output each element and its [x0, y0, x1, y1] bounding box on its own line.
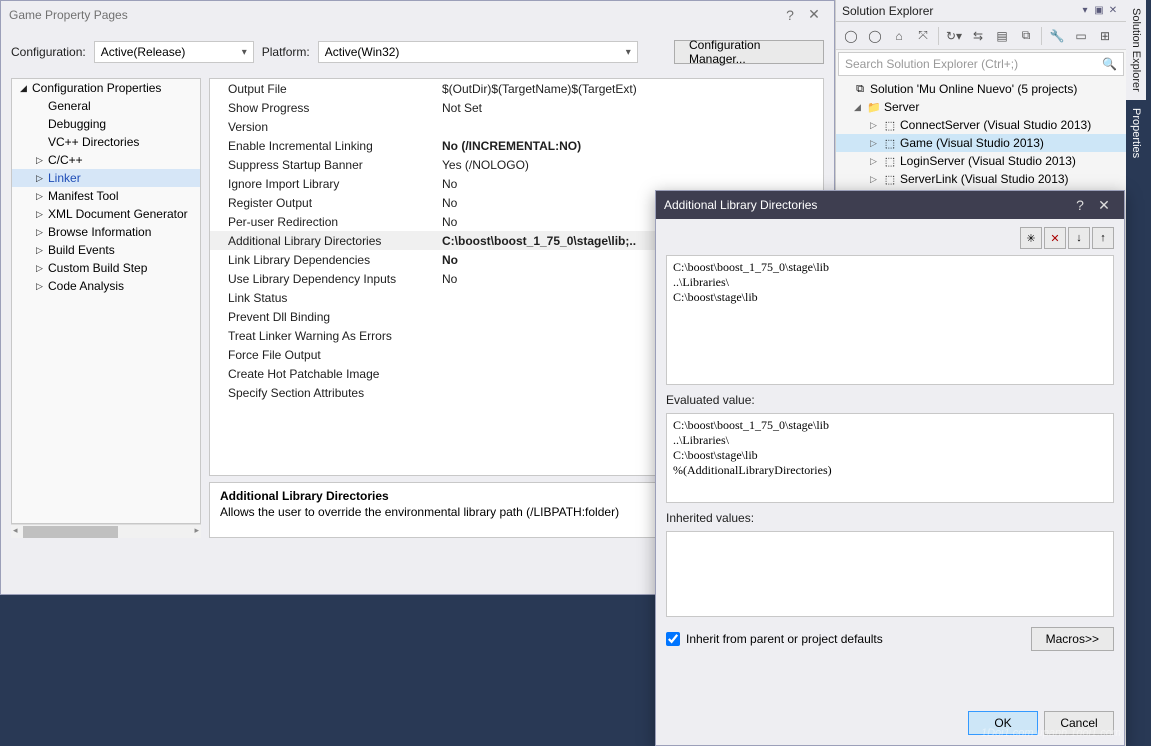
home-icon[interactable]: ⌂: [888, 25, 910, 47]
back-icon[interactable]: ◯: [840, 25, 862, 47]
inherit-label: Inherit from parent or project defaults: [686, 632, 883, 646]
inherited-label: Inherited values:: [666, 511, 1114, 525]
properties-icon[interactable]: 🔧: [1046, 25, 1068, 47]
search-icon: 🔍: [1102, 57, 1117, 71]
copy-icon[interactable]: ⧉: [1015, 25, 1037, 47]
inherited-textarea: [666, 531, 1114, 617]
platform-dropdown[interactable]: Active(Win32): [318, 41, 638, 63]
tab-solution-explorer[interactable]: Solution Explorer: [1126, 0, 1146, 100]
close-icon[interactable]: ✕: [1106, 5, 1120, 16]
forward-icon[interactable]: ◯: [864, 25, 886, 47]
config-row: Configuration: Active(Release) Platform:…: [1, 28, 834, 78]
refresh-icon[interactable]: ↻▾: [943, 25, 965, 47]
titlebar: Game Property Pages ? ✕: [1, 1, 834, 28]
se-title: Solution Explorer: [842, 4, 1078, 18]
close-button[interactable]: ✕: [1092, 197, 1116, 214]
property-row[interactable]: Version: [210, 117, 823, 136]
close-button[interactable]: ✕: [802, 6, 826, 23]
project-game: ▷⬚Game (Visual Studio 2013): [836, 134, 1126, 152]
help-button[interactable]: ?: [1068, 197, 1092, 213]
tree-root: Configuration Properties: [32, 81, 161, 95]
tree-hscroll[interactable]: [11, 524, 201, 538]
additional-lib-dir-dialog: Additional Library Directories ? ✕ ✳ ✕ ↓…: [655, 190, 1125, 746]
se-tree[interactable]: ⧉Solution 'Mu Online Nuevo' (5 projects)…: [836, 78, 1126, 208]
view-icon[interactable]: ⊞: [1094, 25, 1116, 47]
ok-button[interactable]: OK: [968, 711, 1038, 735]
edit-textarea[interactable]: C:\boost\boost_1_75_0\stage\lib ..\Libra…: [666, 255, 1114, 385]
project-icon: ⬚: [882, 155, 898, 168]
se-search[interactable]: Search Solution Explorer (Ctrl+;) 🔍: [838, 52, 1124, 76]
move-up-icon[interactable]: ↑: [1092, 227, 1114, 249]
property-row[interactable]: Show ProgressNot Set: [210, 98, 823, 117]
window-title: Game Property Pages: [9, 8, 778, 22]
new-line-icon[interactable]: ✳: [1020, 227, 1042, 249]
sync-icon[interactable]: ⤧: [912, 25, 934, 47]
pin-icon[interactable]: ▣: [1092, 5, 1106, 16]
cancel-button[interactable]: Cancel: [1044, 711, 1114, 735]
show-all-icon[interactable]: ▤: [991, 25, 1013, 47]
popup-title: Additional Library Directories: [664, 198, 1068, 212]
property-row[interactable]: Suppress Startup BannerYes (/NOLOGO): [210, 155, 823, 174]
inherit-checkbox[interactable]: [666, 632, 680, 646]
folder-icon: 📁: [866, 101, 882, 114]
config-tree[interactable]: ◢Configuration Properties General Debugg…: [11, 78, 201, 524]
preview-icon[interactable]: ▭: [1070, 25, 1092, 47]
tab-properties[interactable]: Properties: [1126, 100, 1146, 166]
platform-label: Platform:: [262, 45, 310, 59]
macros-button[interactable]: Macros>>: [1031, 627, 1114, 651]
delete-icon[interactable]: ✕: [1044, 227, 1066, 249]
solution-icon: ⧉: [852, 83, 868, 96]
property-row[interactable]: Enable Incremental LinkingNo (/INCREMENT…: [210, 136, 823, 155]
configuration-dropdown[interactable]: Active(Release): [94, 41, 254, 63]
tree-linker: ▷Linker: [12, 169, 200, 187]
evaluated-label: Evaluated value:: [666, 393, 1114, 407]
evaluated-textarea: C:\boost\boost_1_75_0\stage\lib ..\Libra…: [666, 413, 1114, 503]
configuration-label: Configuration:: [11, 45, 86, 59]
window-pos-icon[interactable]: ▾: [1078, 5, 1092, 16]
help-button[interactable]: ?: [778, 7, 802, 23]
project-icon: ⬚: [882, 137, 898, 150]
property-row[interactable]: Output File$(OutDir)$(TargetName)$(Targe…: [210, 79, 823, 98]
collapse-icon[interactable]: ⇆: [967, 25, 989, 47]
side-tabs: Solution Explorer Properties: [1126, 0, 1151, 746]
configuration-manager-button[interactable]: Configuration Manager...: [674, 40, 824, 64]
se-toolbar: ◯ ◯ ⌂ ⤧ ↻▾ ⇆ ▤ ⧉ 🔧 ▭ ⊞: [836, 22, 1126, 50]
project-icon: ⬚: [882, 173, 898, 186]
project-icon: ⬚: [882, 119, 898, 132]
move-down-icon[interactable]: ↓: [1068, 227, 1090, 249]
